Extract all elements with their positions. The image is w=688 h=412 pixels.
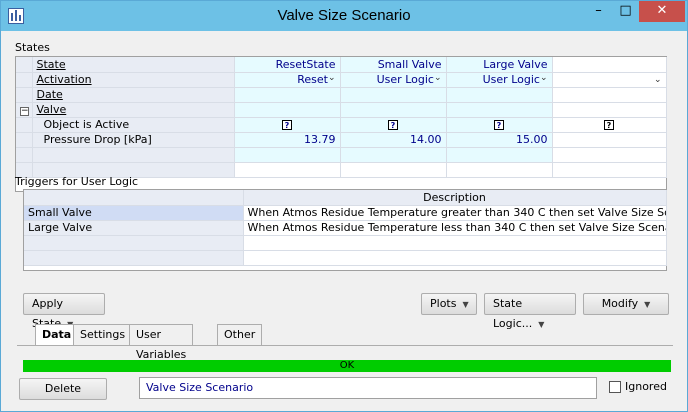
state-logic-button[interactable]: State Logic... ▼ xyxy=(484,293,576,330)
tab-divider xyxy=(17,345,673,346)
minimize-button[interactable]: – xyxy=(585,1,612,22)
state-cell[interactable]: ResetState xyxy=(234,57,341,73)
chevron-down-icon: ⌄ xyxy=(653,74,662,85)
apply-state-button[interactable]: Apply State▼ xyxy=(23,293,105,330)
tab-other[interactable]: Other xyxy=(217,324,263,345)
chevron-down-icon: ⌄ xyxy=(539,73,548,83)
row-label-object-active: Object is Active xyxy=(32,117,235,133)
states-grid: State ResetState Small Valve Large Valve… xyxy=(15,56,667,192)
states-label: States xyxy=(15,41,50,54)
maximize-button[interactable]: □ xyxy=(612,1,639,22)
object-active-checkbox[interactable]: ? xyxy=(604,120,614,130)
close-button[interactable]: ✕ xyxy=(639,1,685,22)
trigger-name[interactable]: Small Valve xyxy=(24,205,244,221)
pressure-drop-cell[interactable] xyxy=(552,132,667,148)
description-header: Description xyxy=(243,190,667,206)
activation-dropdown[interactable]: Reset ⌄ xyxy=(234,72,341,88)
activation-dropdown[interactable]: User Logic ⌄ xyxy=(446,72,553,88)
row-label-state: State xyxy=(32,57,235,73)
tab-user-variables[interactable]: User Variables xyxy=(129,324,194,361)
state-cell[interactable]: Small Valve xyxy=(340,57,447,73)
title-bar: Valve Size Scenario – □ ✕ xyxy=(1,1,687,31)
client-area: States State ResetState Small Valve Larg… xyxy=(9,31,681,405)
object-active-checkbox[interactable]: ? xyxy=(494,120,504,130)
activation-dropdown[interactable]: User Logic ⌄ xyxy=(340,72,447,88)
pressure-drop-cell[interactable]: 13.79 xyxy=(234,132,341,148)
state-cell[interactable] xyxy=(552,57,667,73)
trigger-name[interactable]: Large Valve xyxy=(24,220,244,236)
triggers-label: Triggers for User Logic xyxy=(15,175,139,188)
row-label-activation: Activation xyxy=(32,72,235,88)
ignored-checkbox[interactable]: Ignored xyxy=(609,380,667,393)
trigger-description[interactable]: When Atmos Residue Temperature less than… xyxy=(243,220,667,236)
main-window: Valve Size Scenario – □ ✕ States State R… xyxy=(0,0,688,412)
pressure-drop-cell[interactable]: 14.00 xyxy=(340,132,447,148)
object-active-checkbox[interactable]: ? xyxy=(388,120,398,130)
object-active-checkbox[interactable]: ? xyxy=(282,120,292,130)
row-label-date: Date xyxy=(32,87,235,103)
ignored-label: Ignored xyxy=(625,380,667,393)
checkbox-icon xyxy=(609,381,621,393)
dropdown-arrow-icon: ▼ xyxy=(462,300,469,309)
row-label-valve: Valve xyxy=(32,102,235,118)
tab-settings[interactable]: Settings xyxy=(73,324,133,345)
row-label-pressure-drop: Pressure Drop [kPa] xyxy=(32,132,235,148)
dropdown-arrow-icon: ▼ xyxy=(644,300,651,309)
chevron-down-icon: ⌄ xyxy=(433,73,442,83)
name-field[interactable]: Valve Size Scenario xyxy=(139,377,597,399)
tab-data[interactable]: Data xyxy=(35,324,79,346)
collapse-icon[interactable]: − xyxy=(20,107,29,116)
status-bar: OK xyxy=(23,360,671,372)
plots-button[interactable]: Plots ▼ xyxy=(421,293,477,315)
triggers-grid: Description Small Valve When Atmos Resid… xyxy=(23,189,667,271)
pressure-drop-cell[interactable]: 15.00 xyxy=(446,132,553,148)
chevron-down-icon: ⌄ xyxy=(327,73,336,83)
activation-dropdown[interactable]: ⌄ xyxy=(552,72,667,88)
trigger-description[interactable]: When Atmos Residue Temperature greater t… xyxy=(243,205,667,221)
delete-button[interactable]: Delete xyxy=(19,378,107,400)
state-cell[interactable]: Large Valve xyxy=(446,57,553,73)
dropdown-arrow-icon: ▼ xyxy=(538,320,545,329)
modify-button[interactable]: Modify ▼ xyxy=(583,293,669,315)
